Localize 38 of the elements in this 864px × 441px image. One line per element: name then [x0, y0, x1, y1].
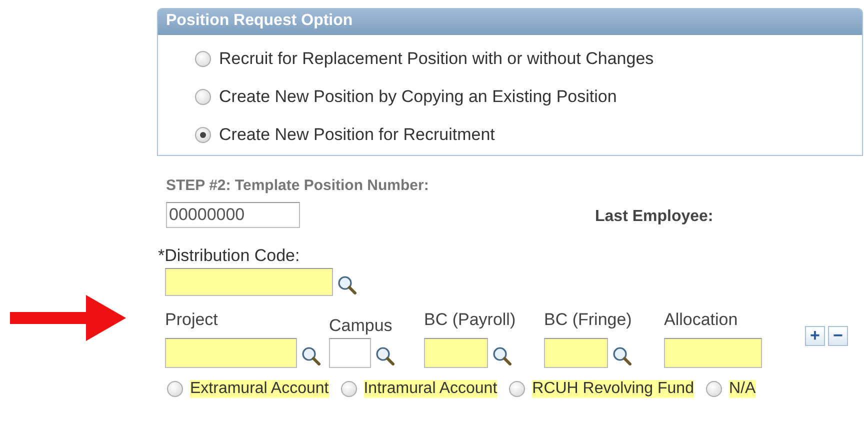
field-label: Campus — [329, 316, 394, 337]
input-field[interactable] — [165, 338, 297, 368]
radio-button[interactable] — [340, 381, 357, 397]
pointer-arrow-icon — [10, 295, 126, 341]
option-label: Recruit for Replacement Position with or without Changes — [219, 49, 654, 69]
field-label: BC (Fringe) — [544, 310, 633, 331]
input-field[interactable] — [544, 338, 608, 368]
radio-button[interactable] — [167, 381, 183, 397]
field-label: BC (Payroll) — [424, 310, 517, 331]
template-position-field[interactable]: 00000000 — [166, 202, 300, 228]
search-icon[interactable] — [492, 346, 512, 366]
option-label: Intramural Account — [364, 380, 498, 398]
radio-button[interactable] — [195, 127, 211, 143]
row-button[interactable]: − — [828, 326, 848, 346]
search-icon[interactable] — [301, 346, 321, 366]
option-label: N/A — [728, 380, 756, 398]
field-label: Last Employee: — [595, 207, 714, 226]
option-label: Create New Position by Copying an Existing Position — [219, 87, 617, 107]
search-icon[interactable] — [375, 346, 395, 366]
distribution-code-field[interactable] — [165, 268, 333, 296]
input-field[interactable] — [424, 338, 488, 368]
field-label: Project — [165, 310, 219, 331]
field-label: *Distribution Code: — [158, 246, 301, 266]
input-field[interactable] — [664, 338, 762, 368]
group-title: Position Request Option — [158, 9, 862, 35]
row-button[interactable]: + — [805, 326, 825, 346]
radio-button[interactable] — [195, 89, 211, 105]
option-label: RCUH Revolving Fund — [532, 380, 694, 398]
radio-button[interactable] — [706, 381, 722, 397]
field-label: STEP #2: Template Position Number: — [166, 177, 430, 194]
input-field[interactable] — [329, 338, 371, 368]
option-label: Create New Position for Recruitment — [219, 125, 495, 145]
search-icon[interactable] — [612, 346, 632, 366]
radio-button[interactable] — [509, 381, 526, 397]
field-label: Allocation — [664, 310, 739, 331]
option-label: Extramural Account — [190, 380, 329, 398]
search-icon[interactable] — [337, 275, 357, 295]
radio-button[interactable] — [195, 51, 211, 67]
